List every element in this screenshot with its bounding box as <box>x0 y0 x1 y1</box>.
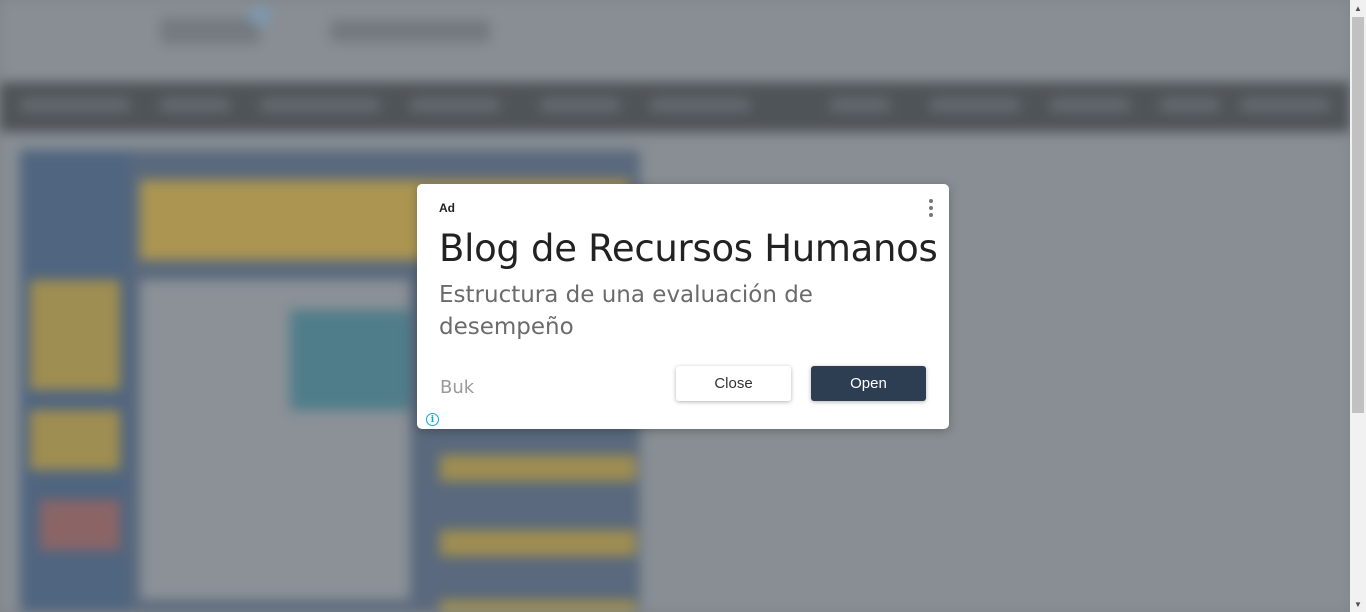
scroll-thumb[interactable] <box>1352 17 1364 413</box>
kebab-menu-icon[interactable] <box>927 199 935 217</box>
scrollbar[interactable]: ▲ ▼ <box>1350 0 1366 612</box>
ad-body: Estructura de una evaluación de desempeñ… <box>439 282 813 340</box>
open-button[interactable]: Open <box>811 366 926 401</box>
scroll-down-icon[interactable]: ▼ <box>1350 596 1366 612</box>
ad-dialog: Ad Blog de Recursos Humanos Estructura d… <box>417 184 949 429</box>
info-icon[interactable]: i <box>426 413 439 426</box>
ad-advertiser: Buk <box>440 377 475 398</box>
ad-label: Ad <box>439 201 455 215</box>
close-button[interactable]: Close <box>676 366 791 401</box>
ad-headline[interactable]: Blog de Recursos Humanos <box>439 227 938 270</box>
scroll-up-icon[interactable]: ▲ <box>1350 0 1366 16</box>
